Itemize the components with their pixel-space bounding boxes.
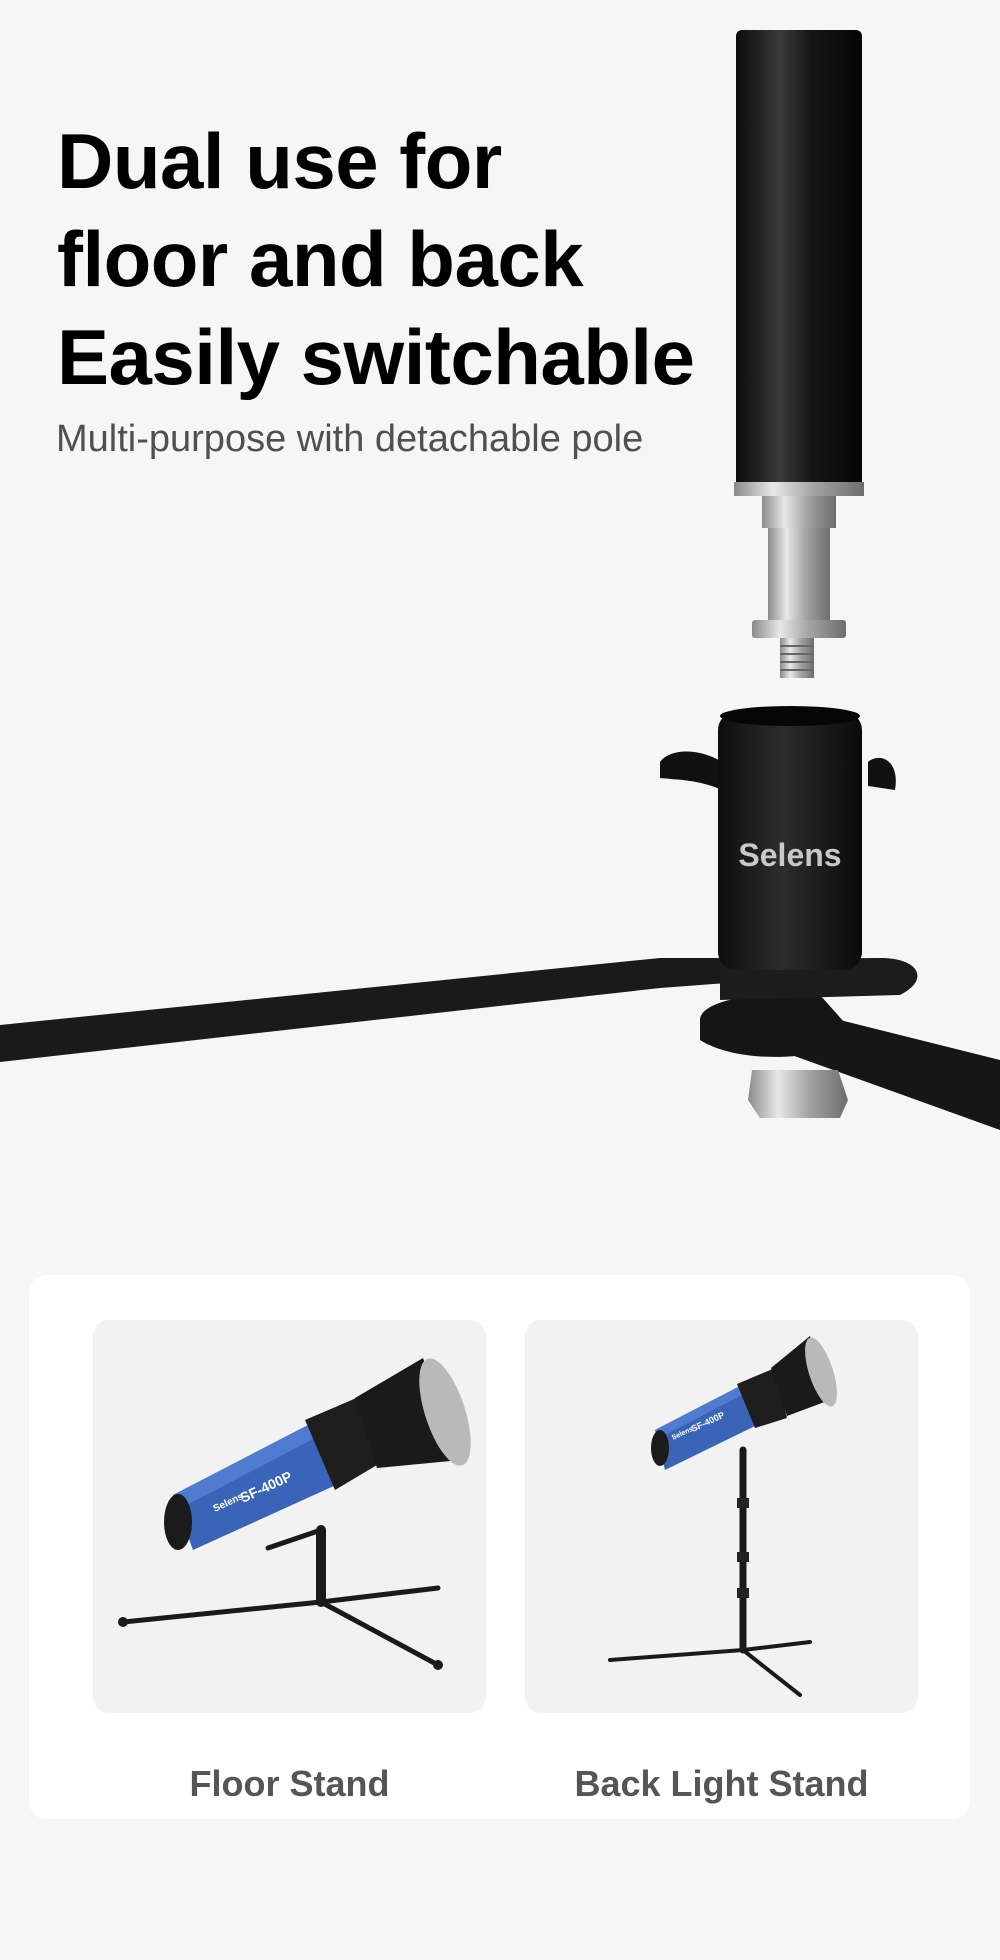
- headline-line-3: Easily switchable: [57, 313, 695, 401]
- detachable-pole: [734, 30, 864, 678]
- floor-stand-illustration: SF-400P Selens: [118, 1358, 471, 1670]
- floor-stand-label: Floor Stand: [189, 1763, 390, 1804]
- headline-line-2: floor and back: [57, 215, 584, 303]
- headline-line-1: Dual use for: [57, 117, 502, 205]
- headline: Dual use for floor and back Easily switc…: [57, 112, 695, 406]
- back-light-stand-image: SF-400P Selens: [525, 1320, 918, 1713]
- socket-mount: Selens: [660, 706, 918, 1000]
- back-light-stand-illustration: SF-400P Selens: [608, 1336, 837, 1697]
- usage-modes-card: SF-400P Selens SF-400P Selens Floor Stan…: [29, 1275, 970, 1819]
- back-light-stand-label: Back Light Stand: [574, 1763, 869, 1804]
- floor-stand-image: SF-400P Selens: [93, 1320, 486, 1713]
- subheadline: Multi-purpose with detachable pole: [56, 418, 644, 460]
- hero-section: Selens Dual use for floor and back Easil…: [0, 0, 1000, 1200]
- brand-logo: Selens: [738, 837, 841, 873]
